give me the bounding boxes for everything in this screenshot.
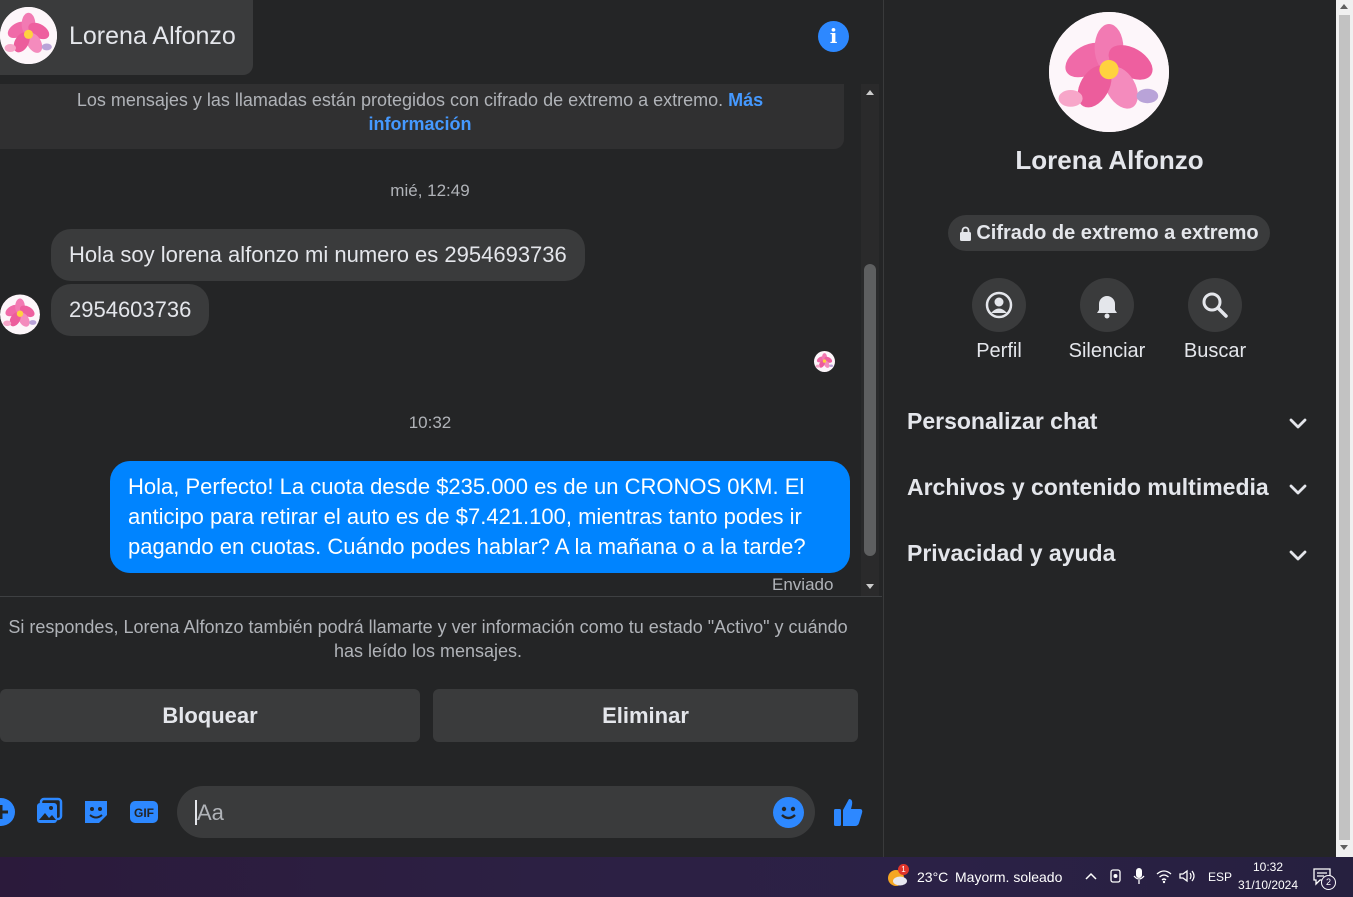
section-label: Archivos y contenido multimedia (907, 474, 1269, 500)
scrollbar-thumb[interactable] (1339, 15, 1350, 840)
temperature[interactable]: 23°C (917, 869, 948, 885)
chevron-down-icon (1289, 418, 1307, 429)
delete-button[interactable]: Eliminar (433, 689, 858, 742)
emoji-icon[interactable] (773, 797, 804, 828)
chat-header[interactable]: Lorena Alfonzo (0, 0, 253, 75)
wifi-icon[interactable] (1156, 868, 1172, 884)
section-label: Privacidad y ayuda (907, 540, 1116, 566)
window-scrollbar[interactable] (1336, 0, 1353, 857)
incoming-message[interactable]: Hola soy lorena alfonzo mi numero es 295… (51, 229, 585, 281)
section-media-files[interactable]: Archivos y contenido multimedia (883, 459, 1336, 519)
taskbar: 1 23°C Mayorm. soleado ESP 10:32 31/10/2… (0, 857, 1353, 897)
plus-icon[interactable] (0, 797, 16, 827)
clock-time[interactable]: 10:32 (1238, 860, 1298, 874)
mute-label[interactable]: Silenciar (1052, 340, 1162, 363)
lock-icon (960, 226, 972, 241)
profile-label[interactable]: Perfil (944, 340, 1054, 363)
incoming-message[interactable]: 2954603736 (51, 284, 210, 336)
chevron-up-icon[interactable] (1084, 869, 1098, 883)
contact-name[interactable]: Lorena Alfonzo (69, 22, 236, 51)
mute-button[interactable] (1080, 278, 1134, 332)
info-icon[interactable]: i (818, 21, 849, 52)
sticker-icon[interactable] (81, 797, 111, 827)
chat-area: Lorena Alfonzo i Los mensajes y las llam… (0, 0, 882, 857)
gif-label: GIF (134, 806, 154, 820)
profile-icon (985, 291, 1013, 319)
read-receipt-avatar (814, 351, 835, 372)
encryption-pill[interactable]: Cifrado de extremo a extremo (948, 215, 1270, 251)
weather-badge: 1 (898, 864, 909, 875)
meet-icon[interactable] (1108, 868, 1124, 884)
scroll-down-icon[interactable] (1340, 845, 1348, 850)
search-button[interactable] (1188, 278, 1242, 332)
scroll-up-icon[interactable] (1340, 4, 1348, 9)
chat-scrollbar[interactable] (861, 84, 879, 596)
reply-notice: Si respondes, Lorena Alfonzo también pod… (8, 617, 848, 661)
outgoing-message[interactable]: Hola, Perfecto! La cuota desde $235.000 … (110, 461, 850, 573)
gif-icon[interactable]: GIF (129, 797, 159, 827)
photo-icon[interactable] (34, 797, 64, 827)
timestamp: mié, 12:49 (390, 181, 470, 200)
language-indicator[interactable]: ESP (1208, 870, 1232, 884)
search-label[interactable]: Buscar (1160, 340, 1270, 363)
sender-avatar[interactable] (0, 293, 40, 336)
clock-date[interactable]: 31/10/2024 (1236, 878, 1300, 892)
encryption-pill-label: Cifrado de extremo a extremo (976, 222, 1259, 244)
microphone-icon[interactable] (1132, 867, 1146, 885)
notifications-icon[interactable]: 2 (1312, 866, 1336, 890)
profile-name: Lorena Alfonzo (1015, 145, 1204, 175)
avatar[interactable] (0, 7, 57, 64)
encryption-banner: Los mensajes y las llamadas están proteg… (0, 84, 844, 149)
profile-avatar[interactable] (1049, 12, 1169, 132)
message-field[interactable] (195, 786, 759, 840)
scroll-down-icon[interactable] (866, 584, 874, 589)
profile-button[interactable] (972, 278, 1026, 332)
weather-text[interactable]: Mayorm. soleado (955, 869, 1062, 885)
volume-icon[interactable] (1178, 868, 1196, 884)
divider (0, 596, 882, 597)
search-icon (1202, 292, 1228, 318)
section-privacy-help[interactable]: Privacidad y ayuda (883, 525, 1336, 585)
scroll-up-icon[interactable] (866, 90, 874, 95)
bell-icon (1097, 296, 1117, 319)
section-label: Personalizar chat (907, 408, 1098, 434)
scrollbar-thumb[interactable] (864, 264, 876, 556)
section-customize-chat[interactable]: Personalizar chat (883, 393, 1336, 453)
chevron-down-icon (1289, 550, 1307, 561)
weather-icon[interactable]: 1 (886, 864, 909, 888)
block-button[interactable]: Bloquear (0, 689, 420, 742)
message-input[interactable] (177, 786, 815, 840)
like-icon[interactable] (832, 795, 866, 829)
notifications-badge: 2 (1321, 875, 1336, 890)
encryption-notice: Los mensajes y las llamadas están proteg… (76, 90, 724, 110)
chevron-down-icon (1289, 484, 1307, 495)
sent-status: Enviado (772, 575, 834, 594)
timestamp: 10:32 (408, 413, 452, 432)
